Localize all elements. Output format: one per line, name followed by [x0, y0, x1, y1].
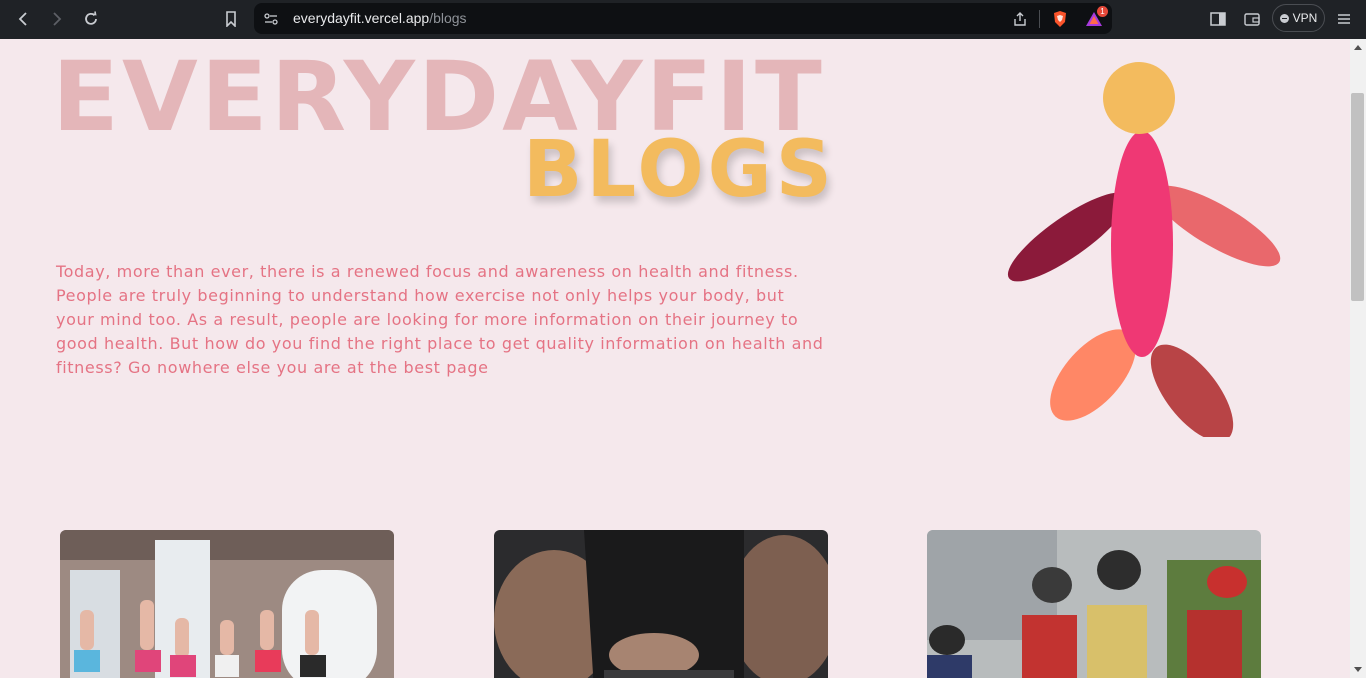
vpn-label: VPN — [1292, 11, 1318, 25]
page-subtitle: BLOGS — [523, 125, 836, 215]
cycling-race-photo — [927, 530, 1261, 678]
page-scrollbar[interactable] — [1350, 39, 1366, 678]
reload-button[interactable] — [77, 6, 105, 32]
share-icon[interactable] — [1009, 8, 1031, 30]
scroll-up-arrow-icon[interactable] — [1354, 45, 1362, 50]
forward-button[interactable] — [43, 6, 71, 32]
figure-head — [1103, 62, 1175, 134]
weightlifting-belt-photo — [494, 530, 828, 678]
intro-paragraph: Today, more than ever, there is a renewe… — [56, 262, 824, 377]
brave-shields-icon[interactable] — [1049, 8, 1071, 30]
blog-card-group-workout[interactable] — [60, 530, 394, 678]
page-content: EVERYDAYFIT BLOGS Today, more than ever,… — [0, 39, 1350, 678]
vpn-status-icon — [1279, 13, 1289, 23]
url-path: /blogs — [429, 10, 467, 26]
chevron-right-icon — [53, 12, 62, 26]
notification-badge: 1 — [1097, 6, 1108, 17]
vpn-button[interactable]: VPN — [1272, 4, 1325, 32]
bookmark-icon — [226, 11, 236, 27]
url-host: everydayfit.vercel.app — [293, 10, 430, 26]
scroll-down-arrow-icon[interactable] — [1354, 667, 1362, 672]
scroll-thumb[interactable] — [1351, 93, 1364, 301]
blog-card-cycling[interactable] — [927, 530, 1261, 678]
browser-toolbar: everydayfit.vercel.app/blogs 1 VPN — [0, 0, 1366, 39]
blog-card-weightlifting[interactable] — [494, 530, 828, 678]
chevron-left-icon — [18, 12, 27, 26]
url-text: everydayfit.vercel.app/blogs — [293, 10, 467, 26]
address-bar[interactable]: everydayfit.vercel.app/blogs — [254, 3, 1112, 34]
group-dumbbell-workout-photo — [60, 530, 394, 678]
menu-button[interactable] — [1330, 6, 1358, 32]
wallet-icon — [1244, 13, 1260, 26]
hamburger-menu-icon — [1338, 14, 1350, 24]
wallet-button[interactable] — [1238, 6, 1266, 32]
divider — [1039, 10, 1040, 28]
reload-icon — [85, 11, 97, 25]
fitness-figure-illustration — [1007, 62, 1281, 437]
bookmark-button[interactable] — [217, 6, 245, 32]
figure-body — [1111, 131, 1173, 357]
sidebar-toggle-button[interactable] — [1204, 6, 1232, 32]
site-settings-icon[interactable] — [260, 8, 282, 30]
back-button[interactable] — [9, 6, 37, 32]
sidebar-icon — [1210, 12, 1226, 26]
